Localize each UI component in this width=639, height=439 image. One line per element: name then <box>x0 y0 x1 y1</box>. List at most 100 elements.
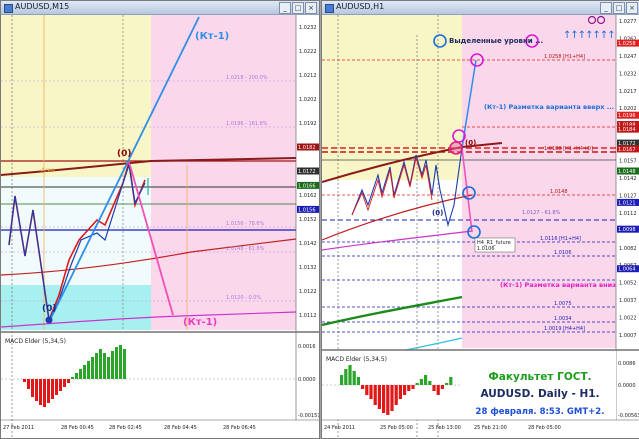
moving-average-green <box>322 295 463 327</box>
indicator-tick-label: 0.0000 <box>298 377 316 383</box>
indicator-tick-label: -0.00563 <box>618 413 639 419</box>
macd-bar <box>386 385 390 415</box>
price-tick-label: 1.0202 <box>299 97 317 103</box>
macd-bar <box>403 385 407 395</box>
circle-marker <box>449 141 463 155</box>
level-label: 1.0258 [H1+H4] <box>544 54 585 60</box>
macd-bar <box>377 385 381 409</box>
minimize-button[interactable]: _ <box>600 2 612 14</box>
macd-bar <box>356 377 360 385</box>
price-tick-label: 1.0157 <box>619 159 637 165</box>
level-label: 1.0034 <box>554 316 572 322</box>
time-axis: 27 Feb 2011 28 Feb 00:45 28 Feb 02:45 28 Fe… <box>3 425 256 431</box>
price-tick-label: 1.0112 <box>619 211 637 217</box>
price-tick-label: 1.0127 <box>619 193 637 199</box>
macd-bar <box>47 379 50 403</box>
macd-bar <box>51 379 54 399</box>
fibo-label: 1.0218 - 200.0% <box>226 75 268 81</box>
price-tick-label: 1.0212 <box>299 73 317 79</box>
chart-window-icon <box>325 4 334 13</box>
chart-window-m15[interactable]: AUDUSD,M15 _ □ × (Кт-1) (Кт-1) (0) (0) A… <box>0 0 320 439</box>
macd-bar <box>340 375 344 385</box>
price-tick-label: 1.0232 <box>619 71 637 77</box>
time-axis: 24 Feb 2011 25 Feb 05:00 25 Feb 13:00 25 Fe… <box>324 425 561 431</box>
macd-bar <box>398 385 402 399</box>
macd-bar <box>449 377 453 385</box>
tooltip-value: 1.0106 <box>477 246 495 252</box>
time-tick-label: 28 Feb 02:45 <box>109 425 142 431</box>
zero-label: (0) <box>432 209 443 217</box>
zero-label: (0) <box>42 304 57 314</box>
macd-bar <box>31 379 34 397</box>
price-tick-label: 1.0037 <box>619 298 637 304</box>
macd-bar <box>115 347 118 379</box>
macd-bar <box>436 385 440 395</box>
fibo-label: 1.0156 - 78.6% <box>226 221 265 227</box>
zero-label: (0) <box>465 139 476 147</box>
maximize-button[interactable]: □ <box>292 2 304 14</box>
macd-bar <box>95 353 98 379</box>
price-badge-label: 1.0258 <box>618 41 636 47</box>
price-badge-label: 1.0098 <box>618 227 636 233</box>
fibo-label: 1.0196 - 161.8% <box>226 121 268 127</box>
minimize-button[interactable]: _ <box>279 2 291 14</box>
macd-bar <box>103 353 106 379</box>
background-zone-pink <box>151 15 296 330</box>
background-zone-pink <box>462 15 616 348</box>
kt1-label: (Кт-1) <box>195 31 229 42</box>
price-tick-label: 1.0202 <box>619 106 637 112</box>
price-tick-label: 1.0142 <box>619 176 637 182</box>
macd-bar <box>99 349 102 379</box>
price-badge-label: 1.0167 <box>618 147 636 153</box>
annotation-text: Выделенные уровни ... <box>449 37 543 45</box>
macd-bar <box>440 385 444 389</box>
window-titlebar[interactable]: AUDUSD,H1 _ □ × <box>322 1 639 15</box>
window-titlebar[interactable]: AUDUSD,M15 _ □ × <box>1 1 319 15</box>
macd-bar <box>123 349 126 379</box>
price-tick-label: 1.0112 <box>299 313 317 319</box>
macd-bar <box>348 365 352 385</box>
macd-bar <box>424 375 428 385</box>
close-button[interactable]: × <box>305 2 317 14</box>
time-tick-label: 28 Feb 00:45 <box>61 425 94 431</box>
window-title: AUDUSD,M15 <box>15 2 70 11</box>
macd-bar <box>23 379 26 382</box>
maximize-button[interactable]: □ <box>613 2 625 14</box>
macd-histogram <box>23 345 126 407</box>
macd-bar <box>445 383 449 385</box>
price-tick-label: 1.0122 <box>299 289 317 295</box>
macd-bar <box>87 361 90 379</box>
time-tick-label: 27 Feb 2011 <box>3 425 34 431</box>
time-tick-label: 28 Feb 05:00 <box>528 425 561 431</box>
macd-bar <box>344 369 348 385</box>
moving-average-magenta <box>322 230 473 251</box>
macd-bar <box>63 379 66 387</box>
macd-bar <box>75 373 78 379</box>
macd-bar <box>373 385 377 405</box>
caption-title: Факультет ГОСТ. <box>488 371 591 383</box>
level-label: 1.0188 [H1+H4+D] <box>544 146 593 152</box>
macd-bar <box>411 385 415 389</box>
macd-bar <box>55 379 58 395</box>
price-badge-label: 1.0184 <box>618 127 636 133</box>
chart-area[interactable]: (Кт-1) (Кт-1) (0) (0) Area 1.0218 - 200.… <box>1 15 319 438</box>
caption-subtitle: AUDUSD. Daily - H1. <box>480 388 599 400</box>
price-badge-label: 1.0172 <box>298 169 316 175</box>
macd-bar <box>415 383 419 385</box>
chart-window-h1[interactable]: AUDUSD,H1 _ □ × ↑↑↑↑↑↑↑↑ Выделенные уров… <box>321 0 639 439</box>
price-tick-label: 1.0082 <box>619 246 637 252</box>
price-tick-label: 1.0022 <box>619 316 637 322</box>
level-label: 1.0075 <box>554 301 572 307</box>
chart-window-icon <box>4 4 13 13</box>
macd-bar <box>71 377 74 379</box>
macd-bar <box>382 385 386 413</box>
chart-area[interactable]: ↑↑↑↑↑↑↑↑ Выделенные уровни ... (Кт-1) Ра… <box>322 15 639 438</box>
macd-bar <box>352 371 356 385</box>
price-badge-label: 1.0156 <box>298 207 316 213</box>
macd-bar <box>119 345 122 379</box>
macd-bar <box>35 379 38 401</box>
area-label: Area <box>41 167 55 174</box>
close-button[interactable]: × <box>626 2 638 14</box>
macd-bar <box>407 385 411 391</box>
time-tick-label: 28 Feb 04:45 <box>164 425 197 431</box>
